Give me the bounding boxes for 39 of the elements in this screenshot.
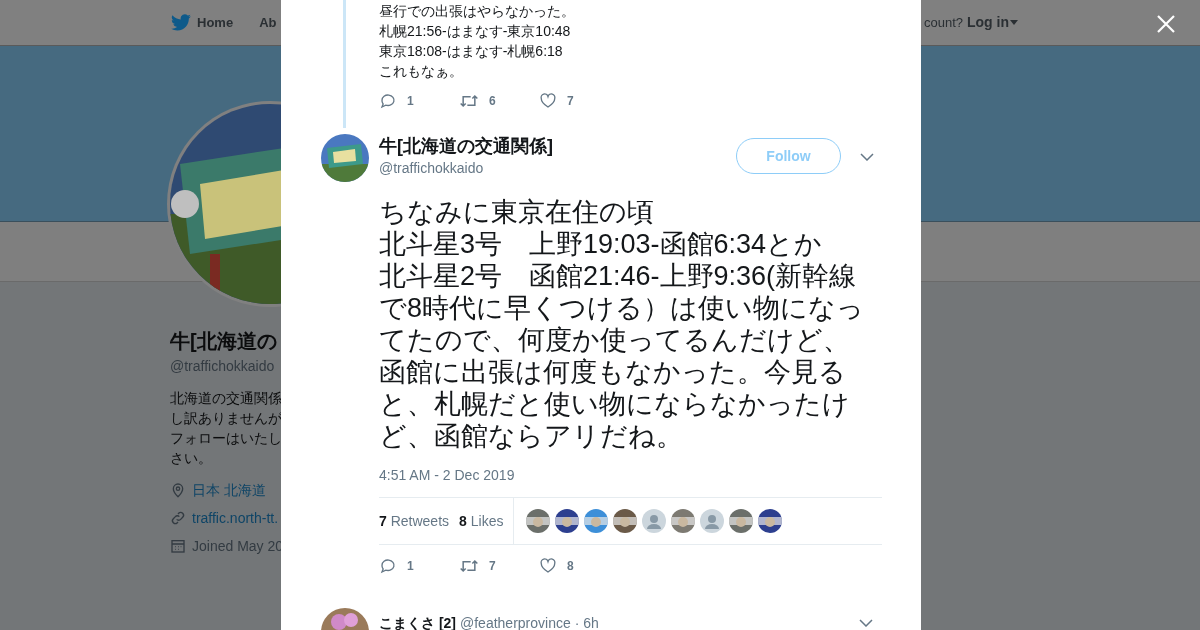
reply-count: 1: [407, 93, 414, 110]
chevron-down-icon[interactable]: [860, 153, 874, 161]
calendar-icon: [170, 538, 186, 554]
author-name[interactable]: こまくさ [2]: [379, 612, 456, 630]
reply-count: 1: [407, 558, 414, 575]
retweet-icon[interactable]: [459, 557, 479, 575]
tweet-text: ちなみに東京在住の頃: [379, 196, 655, 228]
retweets-stat[interactable]: 7 Retweets: [379, 510, 450, 532]
account-prompt: count?: [923, 13, 963, 32]
chevron-down-icon[interactable]: [859, 619, 873, 627]
heart-icon[interactable]: [539, 92, 557, 110]
tweet-text: 昼行での出張はやらなかった。 札幌21:56-はまなす-東京10:48 東京18:08-はまなす-札幌6:18 これもなぁ。: [379, 2, 575, 81]
retweet-icon[interactable]: [459, 92, 479, 110]
about-link[interactable]: Ab: [259, 12, 277, 33]
caret-icon: [1010, 20, 1018, 25]
reply-icon[interactable]: [379, 557, 397, 575]
tweet-timestamp: 4:51 AM - 2 Dec 2019: [379, 466, 516, 485]
link-icon: [170, 510, 186, 526]
author-handle[interactable]: @featherprovince: [460, 612, 571, 630]
retweet-count: 7: [489, 558, 496, 575]
author-name[interactable]: 牛[北海道の交通関係]: [379, 134, 553, 158]
default-avatar-icon[interactable]: [700, 509, 725, 533]
profile-handle: @traffichokkaido: [170, 357, 276, 376]
profile-name: 牛[北海道の: [170, 329, 278, 354]
tweet-text: 北斗星2号 函館21:46-上野9:36(新幹線で8時代に早くつける）は使い物になってたので、何度か使ってるんだけど、函館に出張は何度もなかった。今見ると、札幌だと使い物にならなかったけど、函館ならアリだね。: [379, 260, 866, 452]
like-count: 7: [567, 93, 574, 110]
login-link[interactable]: Log in: [967, 12, 1018, 33]
tweet-time[interactable]: · 6h: [574, 612, 599, 630]
tweet-text: 北斗星3号 上野19:03-函館6:34とか: [379, 228, 824, 260]
close-icon[interactable]: [1157, 15, 1175, 33]
author-handle[interactable]: @traffichokkaido: [379, 158, 553, 178]
home-link[interactable]: Home: [197, 12, 234, 33]
likes-stat[interactable]: 8 Likes: [459, 510, 504, 532]
retweet-count: 6: [489, 93, 496, 110]
location-pin-icon: [170, 482, 186, 498]
like-count: 8: [567, 558, 574, 575]
reply-icon[interactable]: [379, 92, 397, 110]
default-avatar-icon[interactable]: [642, 509, 667, 533]
heart-icon[interactable]: [539, 557, 557, 575]
